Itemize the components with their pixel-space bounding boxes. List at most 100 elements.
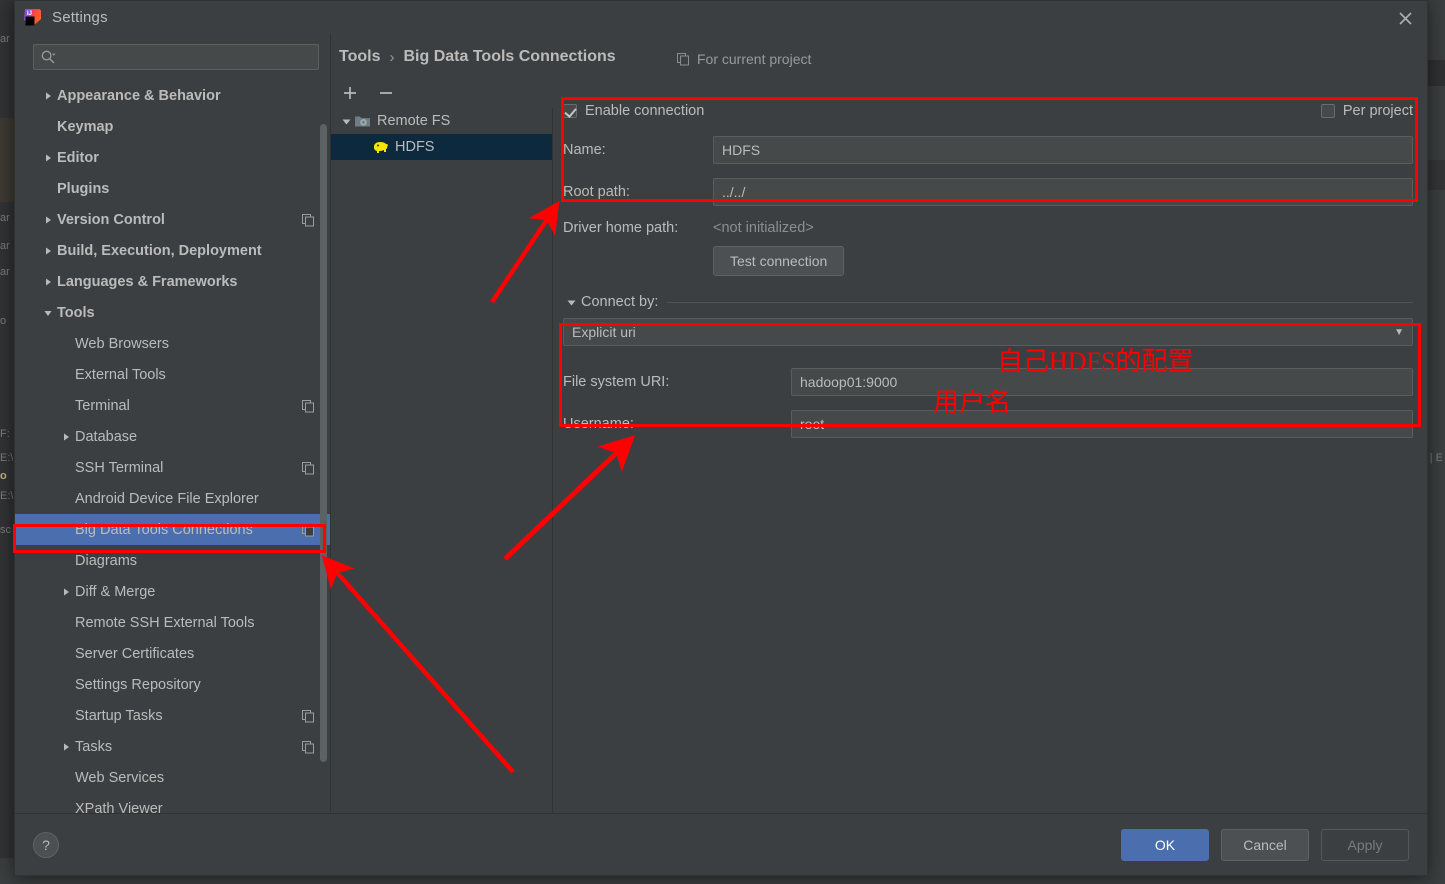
sidebar-item-label: Editor xyxy=(57,149,99,166)
chevron-right-icon[interactable] xyxy=(41,91,55,101)
sidebar-item-label: Tasks xyxy=(75,738,113,755)
footer-buttons: OK Cancel Apply xyxy=(1121,828,1409,861)
breadcrumb-parent[interactable]: Tools xyxy=(339,48,380,66)
chevron-down-icon[interactable] xyxy=(339,116,354,127)
search-box[interactable] xyxy=(33,44,319,70)
chevron-down-icon[interactable] xyxy=(563,297,579,308)
sidebar-item-label: SSH Terminal xyxy=(75,459,164,476)
root-path-row: Root path: ../../ xyxy=(563,178,1413,206)
chevron-down-icon[interactable] xyxy=(41,308,55,318)
tree-toolbar xyxy=(339,82,397,104)
bg-right-patch-1 xyxy=(1427,60,1445,86)
connections-tree: Remote FS HDFS xyxy=(331,108,553,813)
page-title: Big Data Tools Connections xyxy=(403,48,616,65)
bg-fragment-5: F: xyxy=(0,428,10,440)
sidebar-item-database[interactable]: Database xyxy=(15,421,331,452)
sidebar-item-big-data-tools-connections[interactable]: Big Data Tools Connections xyxy=(15,514,331,545)
name-row: Name: HDFS xyxy=(563,136,1413,164)
copy-settings-icon[interactable] xyxy=(301,399,315,413)
dialog-body: Appearance & Behavior Keymap Editor Plugins… xyxy=(15,34,1427,813)
sidebar-item-label: Appearance & Behavior xyxy=(57,87,221,104)
sidebar-item-settings-repository[interactable]: Settings Repository xyxy=(15,669,331,700)
sidebar-item-web-services[interactable]: Web Services xyxy=(15,762,331,793)
chevron-right-icon[interactable] xyxy=(59,587,73,597)
sidebar-item-build-execution-deployment[interactable]: Build, Execution, Deployment xyxy=(15,235,331,266)
sidebar-item-diagrams[interactable]: Diagrams xyxy=(15,545,331,576)
sidebar-item-label: External Tools xyxy=(75,366,166,383)
sidebar-scrollbar-thumb[interactable] xyxy=(320,124,327,762)
chevron-down-icon[interactable]: ▼ xyxy=(1394,327,1404,338)
sidebar-item-terminal[interactable]: Terminal xyxy=(15,390,331,421)
chevron-right-icon[interactable] xyxy=(41,277,55,287)
ok-button[interactable]: OK xyxy=(1121,828,1209,861)
sidebar-item-startup-tasks[interactable]: Startup Tasks xyxy=(15,700,331,731)
intellij-idea-logo-icon: IJ xyxy=(23,8,42,27)
chevron-right-icon[interactable] xyxy=(41,153,55,163)
enable-connection-row[interactable]: Enable connection xyxy=(563,103,704,119)
sidebar-item-tasks[interactable]: Tasks xyxy=(15,731,331,762)
test-connection-button[interactable]: Test connection xyxy=(713,246,845,276)
sidebar-item-remote-ssh-external-tools[interactable]: Remote SSH External Tools xyxy=(15,607,331,638)
dialog-titlebar: IJ Settings xyxy=(15,1,1427,34)
remote-fs-folder-icon xyxy=(354,113,372,129)
per-project-row[interactable]: Per project xyxy=(1320,103,1413,119)
username-label: Username: xyxy=(563,416,634,432)
sidebar-item-label: Diff & Merge xyxy=(75,583,156,600)
search-icon xyxy=(40,49,56,65)
sidebar-item-server-certificates[interactable]: Server Certificates xyxy=(15,638,331,669)
help-button[interactable]: ? xyxy=(33,831,59,858)
copy-settings-icon xyxy=(676,52,690,66)
sidebar-item-appearance-behavior[interactable]: Appearance & Behavior xyxy=(15,80,331,111)
apply-button[interactable]: Apply xyxy=(1321,828,1409,861)
connect-by-select[interactable]: Explicit uri ▼ xyxy=(563,318,1413,346)
sidebar-item-diff-merge[interactable]: Diff & Merge xyxy=(15,576,331,607)
fs-uri-label: File system URI: xyxy=(563,374,670,390)
fs-uri-input[interactable]: hadoop01:9000 xyxy=(791,368,1413,396)
copy-settings-icon[interactable] xyxy=(301,461,315,475)
sidebar-item-editor[interactable]: Editor xyxy=(15,142,331,173)
copy-settings-icon[interactable] xyxy=(301,709,315,723)
tree-node-label: Remote FS xyxy=(377,113,451,129)
sidebar-item-languages-frameworks[interactable]: Languages & Frameworks xyxy=(15,266,331,297)
chevron-right-icon[interactable] xyxy=(59,742,73,752)
remove-connection-button[interactable] xyxy=(375,82,397,104)
section-rule xyxy=(666,301,1413,303)
sidebar-item-external-tools[interactable]: External Tools xyxy=(15,359,331,390)
sidebar-scrollbar[interactable] xyxy=(320,86,327,780)
copy-settings-icon[interactable] xyxy=(301,523,315,537)
chevron-right-icon[interactable] xyxy=(41,246,55,256)
cancel-button[interactable]: Cancel xyxy=(1221,828,1309,861)
connect-by-section: Connect by: xyxy=(563,294,1413,310)
sidebar-item-ssh-terminal[interactable]: SSH Terminal xyxy=(15,452,331,483)
per-project-checkbox[interactable] xyxy=(1320,104,1335,118)
tree-node-remote-fs[interactable]: Remote FS xyxy=(331,108,552,134)
bg-fragment-4: o xyxy=(0,315,7,327)
tree-node-hdfs[interactable]: HDFS xyxy=(331,134,552,160)
root-path-input[interactable]: ../../ xyxy=(713,178,1413,206)
search-input[interactable] xyxy=(56,50,312,64)
copy-settings-icon[interactable] xyxy=(301,740,315,754)
dialog-footer: ? OK Cancel Apply xyxy=(15,813,1427,875)
sidebar-item-android-device-file-explorer[interactable]: Android Device File Explorer xyxy=(15,483,331,514)
copy-settings-icon[interactable] xyxy=(301,213,315,227)
enable-connection-checkbox[interactable] xyxy=(563,104,577,118)
sidebar-item-plugins[interactable]: Plugins xyxy=(15,173,331,204)
bg-fragment-8: E:\ xyxy=(0,490,14,502)
sidebar-item-version-control[interactable]: Version Control xyxy=(15,204,331,235)
settings-content: Tools › Big Data Tools Connections For c… xyxy=(331,34,1427,813)
add-connection-button[interactable] xyxy=(339,82,361,104)
close-icon[interactable] xyxy=(1393,6,1417,30)
sidebar-item-xpath-viewer[interactable]: XPath Viewer xyxy=(15,793,331,814)
sidebar-item-label: Server Certificates xyxy=(75,645,195,662)
chevron-right-icon[interactable] xyxy=(59,432,73,442)
username-input[interactable]: root xyxy=(791,410,1413,438)
sidebar-item-tools[interactable]: Tools xyxy=(15,297,331,328)
scope-label: For current project xyxy=(697,51,812,67)
sidebar-item-label: Tools xyxy=(57,304,95,321)
sidebar-item-keymap[interactable]: Keymap xyxy=(15,111,331,142)
name-input[interactable]: HDFS xyxy=(713,136,1413,164)
sidebar-item-label: Web Browsers xyxy=(75,335,170,352)
test-connection-row: Test connection xyxy=(563,246,1413,276)
sidebar-item-web-browsers[interactable]: Web Browsers xyxy=(15,328,331,359)
chevron-right-icon[interactable] xyxy=(41,215,55,225)
